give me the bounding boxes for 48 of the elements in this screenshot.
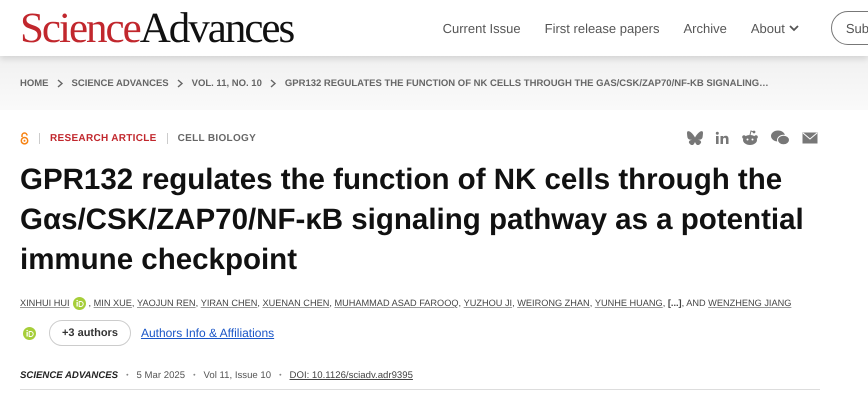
conjunction-text: , AND bbox=[682, 297, 707, 310]
caret-icon[interactable] bbox=[788, 24, 799, 32]
email-icon[interactable] bbox=[802, 132, 818, 144]
chevron-icon bbox=[56, 78, 64, 88]
comma: , bbox=[196, 297, 200, 310]
author-link[interactable]: MIN XUE bbox=[94, 294, 132, 312]
journal-name: SCIENCE ADVANCES bbox=[20, 370, 118, 381]
comma: , bbox=[590, 297, 594, 310]
breadcrumb-link[interactable]: VOL. 11, NO. 10 bbox=[192, 78, 262, 88]
breadcrumb-link[interactable]: SCIENCE ADVANCES bbox=[72, 78, 169, 88]
comma: , bbox=[257, 297, 261, 310]
author-link[interactable]: YIRAN CHEN bbox=[200, 294, 258, 312]
comma: , bbox=[662, 297, 666, 310]
logo[interactable]: ScienceAdvances bbox=[20, 6, 294, 50]
nav-link[interactable]: About bbox=[750, 20, 799, 36]
author-link[interactable]: XUENAN CHEN bbox=[262, 294, 330, 312]
chevron-icon bbox=[270, 78, 277, 88]
comma: , bbox=[512, 297, 516, 310]
article-title: GPR132 regulates the function of NK cells through the Gαs/CSK/ZAP70/NF-κB signaling pathway as a potential immune checkpoint bbox=[20, 162, 805, 278]
article-type[interactable]: RESEARCH ARTICLE bbox=[50, 132, 157, 144]
subject-label[interactable]: CELL BIOLOGY bbox=[178, 132, 256, 144]
author-link[interactable]: YAOJUN REN bbox=[137, 294, 196, 312]
author-link[interactable]: YUZHOU JI bbox=[464, 294, 512, 312]
chevron-icon bbox=[176, 78, 184, 88]
author-link[interactable]: YUNHE HUANG bbox=[594, 294, 663, 312]
share-icon[interactable] bbox=[741, 130, 759, 146]
breadcrumb-link[interactable]: GPR132 REGULATES THE FUNCTION OF NK CELLS THROUGH THE GAS/CSK/ZAP70/NF-KB SIGNALING… bbox=[284, 78, 769, 88]
author-link[interactable]: WEIRONG ZHAN bbox=[517, 294, 590, 312]
comma: , bbox=[329, 297, 333, 310]
share-icon[interactable] bbox=[715, 131, 729, 145]
nav-link[interactable]: Archive bbox=[684, 20, 727, 36]
author-link[interactable]: WENZHENG JIANG bbox=[708, 294, 792, 312]
doi-link[interactable]: DOI: 10.1126/sciadv.adr9395 bbox=[290, 370, 413, 381]
issue-label: Vol 11, Issue 10 bbox=[204, 370, 272, 381]
affiliations-link[interactable]: Authors Info & Affiliations bbox=[140, 326, 274, 340]
more-authors-ellipsis[interactable]: [...] bbox=[668, 294, 682, 312]
share-icon[interactable] bbox=[771, 130, 790, 146]
author-link[interactable]: XINHUI HUI bbox=[20, 294, 70, 312]
publication-date: 5 Mar 2025 bbox=[136, 370, 186, 381]
nav-link[interactable]: First release papers bbox=[544, 20, 660, 36]
nav-link[interactable]: Current Issue bbox=[442, 20, 521, 36]
author-link[interactable]: MUHAMMAD ASAD FAROOQ bbox=[334, 294, 458, 312]
comma: , bbox=[88, 297, 92, 310]
more-authors-button[interactable]: +3 authors bbox=[49, 320, 131, 346]
comma: , bbox=[458, 297, 462, 310]
comma: , bbox=[132, 297, 136, 310]
breadcrumb-link[interactable]: HOME bbox=[20, 78, 48, 88]
share-icon[interactable] bbox=[687, 131, 703, 145]
